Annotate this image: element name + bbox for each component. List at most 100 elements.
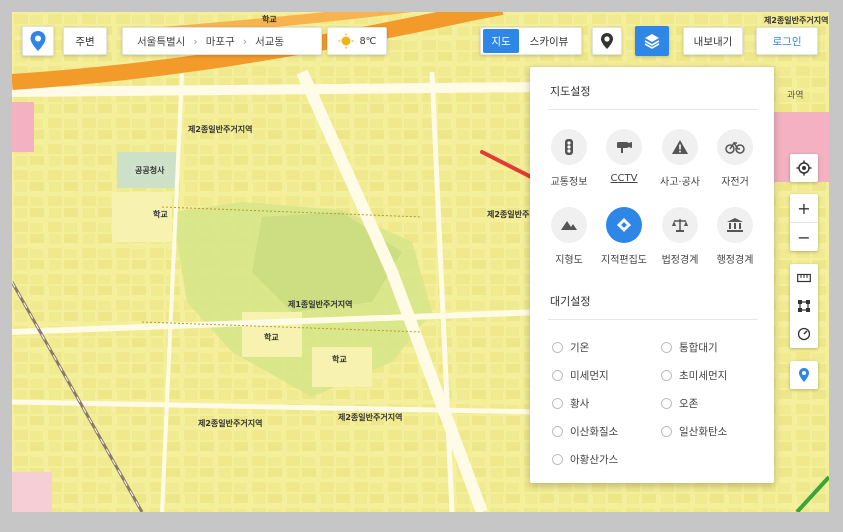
divider bbox=[548, 319, 758, 320]
weather-temperature: 8℃ bbox=[359, 35, 377, 47]
zoom-control: + − bbox=[790, 194, 818, 251]
map-type-skyview-tab[interactable]: 스카이뷰 bbox=[519, 34, 579, 49]
air-option-label: 일산화탄소 bbox=[679, 426, 728, 438]
air-option-label: 초미세먼지 bbox=[679, 370, 728, 382]
area-label: 과역 bbox=[787, 91, 804, 101]
bicycle-icon bbox=[717, 129, 753, 165]
divider bbox=[548, 109, 758, 110]
export-button[interactable]: 내보내기 bbox=[683, 27, 743, 55]
breadcrumb-district[interactable]: 마포구 bbox=[206, 34, 235, 49]
tool-cctv[interactable]: CCTV bbox=[595, 129, 653, 184]
zone-label: 제2종일반주거지역 bbox=[338, 413, 403, 422]
location-logo-button[interactable] bbox=[22, 26, 54, 56]
zoom-out-button[interactable]: − bbox=[790, 223, 818, 251]
school-label: 학교 bbox=[153, 210, 168, 219]
area-measure-icon bbox=[798, 300, 810, 312]
tool-label: 사고·공사 bbox=[660, 177, 700, 188]
government-icon bbox=[717, 207, 753, 243]
radius-button[interactable] bbox=[790, 320, 818, 348]
weather-widget[interactable]: 8℃ bbox=[327, 27, 387, 55]
air-option-label: 미세먼지 bbox=[570, 370, 609, 382]
login-button[interactable]: 로그인 bbox=[756, 27, 818, 55]
tool-terrain[interactable]: 지형도 bbox=[540, 207, 598, 266]
window-frame: 제2종일반주거지역 제2종일반주거지역 제1종일반주거지역 제2종일반주거지역 … bbox=[0, 0, 843, 532]
breadcrumb-city[interactable]: 서울특별시 bbox=[137, 34, 185, 49]
breadcrumb: 서울특별시 › 마포구 › 서교동 bbox=[122, 27, 322, 55]
radio-icon bbox=[661, 342, 672, 353]
street-view-pin-icon bbox=[601, 33, 613, 49]
crosshair-icon bbox=[796, 160, 812, 176]
zone-label: 제2종일반주거지역 bbox=[198, 419, 263, 428]
map-settings-panel: 지도설정 교통정보 CCTV 사고·공사 자전거 지형도 지적편집도 법정경계 … bbox=[530, 67, 774, 483]
add-pin-button[interactable] bbox=[790, 361, 818, 389]
ruler-button[interactable] bbox=[790, 264, 818, 292]
air-option-label: 통합대기 bbox=[679, 342, 718, 354]
login-label: 로그인 bbox=[772, 35, 802, 48]
air-option-co[interactable]: 일산화탄소 bbox=[661, 424, 727, 439]
radio-icon bbox=[552, 370, 563, 381]
air-option-pm10[interactable]: 미세먼지 bbox=[552, 368, 609, 383]
air-option-temperature[interactable]: 기온 bbox=[552, 340, 589, 355]
air-option-ozone[interactable]: 오존 bbox=[661, 396, 698, 411]
map-type-skyview-label: 스카이뷰 bbox=[529, 35, 569, 48]
public-building-label: 공공청사 bbox=[132, 165, 168, 176]
compass-icon bbox=[797, 327, 811, 341]
map-type-map-label: 지도 bbox=[491, 35, 511, 48]
tool-label: 행정경계 bbox=[716, 255, 754, 266]
nearby-label: 주변 bbox=[75, 35, 95, 48]
street-view-button[interactable] bbox=[592, 27, 622, 55]
my-location-control bbox=[790, 154, 818, 182]
my-location-button[interactable] bbox=[790, 154, 818, 182]
tool-admin-boundary[interactable]: 행정경계 bbox=[706, 207, 764, 266]
chevron-right-icon: › bbox=[193, 34, 198, 48]
air-settings-title: 대기설정 bbox=[550, 295, 591, 308]
zone-label: 제1종일반주거지역 bbox=[288, 300, 353, 309]
air-option-label: 이산화질소 bbox=[570, 426, 619, 438]
cadastral-icon bbox=[606, 207, 642, 243]
blue-pin-icon bbox=[799, 368, 809, 382]
radio-icon bbox=[552, 342, 563, 353]
air-option-label: 오존 bbox=[679, 398, 699, 410]
location-pin-icon bbox=[30, 31, 46, 51]
zone-label: 제2종일반주거지역 bbox=[764, 16, 829, 25]
school-label: 학교 bbox=[332, 355, 347, 364]
air-option-label: 황사 bbox=[570, 398, 590, 410]
air-option-so2[interactable]: 아황산가스 bbox=[552, 452, 618, 467]
area-button[interactable] bbox=[790, 292, 818, 320]
tool-traffic[interactable]: 교통정보 bbox=[540, 129, 598, 188]
air-option-pm25[interactable]: 초미세먼지 bbox=[661, 368, 727, 383]
layers-button[interactable] bbox=[635, 26, 669, 56]
air-option-yellow-dust[interactable]: 황사 bbox=[552, 396, 589, 411]
export-label: 내보내기 bbox=[693, 35, 733, 48]
tool-accident[interactable]: 사고·공사 bbox=[651, 129, 709, 188]
tool-bicycle[interactable]: 자전거 bbox=[706, 129, 764, 188]
tool-legal-boundary[interactable]: 법정경계 bbox=[651, 207, 709, 266]
map-type-map-tab[interactable]: 지도 bbox=[483, 29, 519, 53]
chevron-right-icon: › bbox=[242, 34, 248, 48]
nearby-button[interactable]: 주변 bbox=[63, 27, 107, 55]
radio-icon bbox=[661, 370, 672, 381]
zoom-in-button[interactable]: + bbox=[790, 194, 818, 223]
tool-cadastral[interactable]: 지적편집도 bbox=[595, 207, 653, 266]
radio-icon bbox=[661, 426, 672, 437]
tool-label: CCTV bbox=[610, 173, 638, 184]
map-type-toggle: 지도 스카이뷰 bbox=[480, 27, 582, 55]
measure-tools-control bbox=[790, 264, 818, 348]
ruler-icon bbox=[797, 273, 811, 283]
school-label: 학교 bbox=[264, 333, 279, 342]
air-option-label: 기온 bbox=[570, 342, 590, 354]
warning-icon bbox=[662, 129, 698, 165]
tool-label: 법정경계 bbox=[661, 255, 699, 266]
traffic-light-icon bbox=[551, 129, 587, 165]
breadcrumb-dong[interactable]: 서교동 bbox=[255, 34, 284, 49]
tool-label: 교통정보 bbox=[550, 177, 588, 188]
zone-label: 제2종일반주거지역 bbox=[188, 125, 253, 134]
air-option-no2[interactable]: 이산화질소 bbox=[552, 424, 618, 439]
air-option-integrated[interactable]: 통합대기 bbox=[661, 340, 718, 355]
radio-icon bbox=[661, 398, 672, 409]
mountain-icon bbox=[551, 207, 587, 243]
tool-label: 지적편집도 bbox=[601, 255, 647, 266]
scale-icon bbox=[662, 207, 698, 243]
sun-icon bbox=[338, 33, 354, 49]
tool-label: 자전거 bbox=[721, 177, 749, 188]
